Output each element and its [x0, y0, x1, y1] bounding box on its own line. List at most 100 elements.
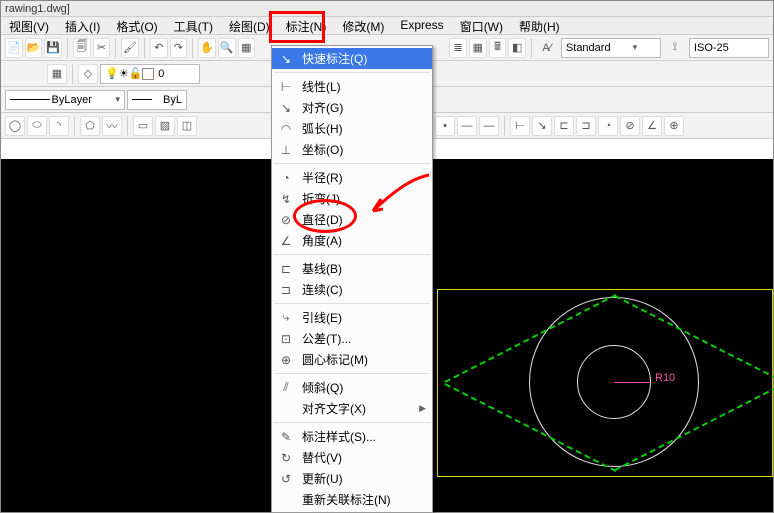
pan-icon[interactable]: ✋ — [198, 38, 216, 58]
menu-item-label: 重新关联标注(N) — [302, 491, 426, 508]
layers-icon[interactable]: ≣ — [449, 38, 467, 58]
zoom-icon[interactable]: 🔍 — [218, 38, 236, 58]
menu-format[interactable]: 格式(O) — [108, 17, 165, 34]
dim2-icon[interactable]: ↘ — [532, 116, 552, 136]
spline-icon[interactable]: 〰 — [102, 116, 122, 136]
undo-icon[interactable]: ↶ — [150, 38, 168, 58]
menu-item-oblique[interactable]: ⫽倾斜(Q) — [272, 377, 432, 398]
title-bar: rawing1.dwg] — [1, 1, 773, 17]
radius-dimension-line — [614, 382, 651, 383]
circle-draw-icon[interactable]: ◯ — [5, 116, 25, 136]
menu-item-dimstyle[interactable]: ✎标注样式(S)... — [272, 426, 432, 447]
sun-icon: ☀ — [119, 67, 129, 80]
menu-item-align-text[interactable]: 对齐文字(X)▶ — [272, 398, 432, 419]
menu-item-baseline[interactable]: ⊏基线(B) — [272, 258, 432, 279]
menu-insert[interactable]: 插入(I) — [57, 17, 108, 34]
linetype-dropdown-2[interactable]: ByL — [127, 90, 187, 110]
menu-separator — [274, 303, 430, 304]
calc-icon[interactable]: 🖩 — [489, 38, 507, 58]
diameter-icon: ⊘ — [278, 212, 294, 228]
dim-style-dropdown[interactable]: ISO-25 — [689, 38, 769, 58]
separator — [144, 38, 145, 58]
arc-draw-icon[interactable]: ◝ — [49, 116, 69, 136]
menu-item-leader[interactable]: ⤷引线(E) — [272, 307, 432, 328]
override-icon: ↻ — [278, 450, 294, 466]
linear-icon: ⊢ — [278, 79, 294, 95]
menu-item-tolerance[interactable]: ⊡公差(T)... — [272, 328, 432, 349]
menu-dimension[interactable]: 标注(N) — [278, 17, 335, 34]
menu-help[interactable]: 帮助(H) — [511, 17, 568, 34]
update-icon: ↺ — [278, 471, 294, 487]
linetype-value-2: ByL — [163, 94, 182, 106]
ordinate-icon: ⊥ — [278, 142, 294, 158]
menu-separator — [274, 422, 430, 423]
menu-item-label: 弧长(H) — [302, 120, 426, 137]
menu-item-diameter[interactable]: ⊘直径(D) — [272, 209, 432, 230]
menu-draw[interactable]: 绘图(D) — [221, 17, 278, 34]
menu-item-aligned[interactable]: ↘对齐(G) — [272, 97, 432, 118]
reassoc-icon — [278, 492, 294, 508]
dim-style-icon[interactable]: ⟟ — [665, 38, 685, 58]
paint-icon[interactable]: 🖌 — [121, 38, 139, 58]
cut-icon[interactable]: ✂ — [93, 38, 111, 58]
menu-item-label: 对齐文字(X) — [302, 400, 411, 417]
menu-item-jogged[interactable]: ↯折弯(J) — [272, 188, 432, 209]
menu-item-arc[interactable]: ◠弧长(H) — [272, 118, 432, 139]
redo-icon[interactable]: ↷ — [170, 38, 188, 58]
menu-item-label: 坐标(O) — [302, 141, 426, 158]
p2-icon[interactable]: — — [479, 116, 499, 136]
menu-item-linear[interactable]: ⊢线性(L) — [272, 76, 432, 97]
layer-iso-icon[interactable]: ◇ — [78, 64, 98, 84]
menu-item-override[interactable]: ↻替代(V) — [272, 447, 432, 468]
menu-tools[interactable]: 工具(T) — [166, 17, 221, 34]
dim4-icon[interactable]: ⊐ — [576, 116, 596, 136]
new-icon[interactable]: 📄 — [5, 38, 23, 58]
hatch-icon[interactable]: ▨ — [155, 116, 175, 136]
open-icon[interactable]: 📂 — [25, 38, 43, 58]
copy-icon[interactable]: 🗐 — [73, 38, 91, 58]
layer-name: 0 — [158, 68, 164, 80]
dot-icon[interactable]: • — [435, 116, 455, 136]
menu-item-ordinate[interactable]: ⊥ 坐标(O) — [272, 139, 432, 160]
angular-icon: ∠ — [278, 233, 294, 249]
menu-view[interactable]: 视图(V) — [1, 17, 57, 34]
linetype-dropdown-1[interactable]: ByLayer ▾ — [5, 90, 125, 110]
menu-item-continue[interactable]: ⊐连续(C) — [272, 279, 432, 300]
radius-dimension-label: R10 — [655, 372, 675, 384]
dim8-icon[interactable]: ⊕ — [664, 116, 684, 136]
baseline-icon: ⊏ — [278, 261, 294, 277]
seg-icon[interactable]: — — [457, 116, 477, 136]
menu-item-reassoc[interactable]: 重新关联标注(N) — [272, 489, 432, 510]
menu-item-update[interactable]: ↺更新(U) — [272, 468, 432, 489]
separator — [504, 116, 505, 136]
dim3-icon[interactable]: ⊏ — [554, 116, 574, 136]
grid-icon[interactable]: ▦ — [469, 38, 487, 58]
menu-separator — [274, 72, 430, 73]
menu-express[interactable]: Express — [392, 17, 451, 34]
menu-item-label: 引线(E) — [302, 309, 426, 326]
dim7-icon[interactable]: ∠ — [642, 116, 662, 136]
layer-props-icon[interactable]: ▦ — [47, 64, 67, 84]
dim5-icon[interactable]: ◔ — [598, 116, 618, 136]
dim6-icon[interactable]: ⊘ — [620, 116, 640, 136]
ellipse-icon[interactable]: ⬭ — [27, 116, 47, 136]
save-icon[interactable]: 💾 — [44, 38, 62, 58]
menu-item-quick[interactable]: ↘快速标注(Q) — [272, 48, 432, 69]
misc-icon[interactable]: ▦ — [238, 38, 256, 58]
menu-item-radius[interactable]: ◔半径(R) — [272, 167, 432, 188]
separator — [72, 64, 73, 84]
region-icon[interactable]: ◫ — [177, 116, 197, 136]
menu-window[interactable]: 窗口(W) — [452, 17, 511, 34]
separator — [531, 38, 532, 58]
dim1-icon[interactable]: ⊢ — [510, 116, 530, 136]
menu-item-center[interactable]: ⊕圆心标记(M) — [272, 349, 432, 370]
poly-icon[interactable]: ⬠ — [80, 116, 100, 136]
text-style-dropdown[interactable]: Standard ▾ — [561, 38, 661, 58]
menu-item-angular[interactable]: ∠角度(A) — [272, 230, 432, 251]
palette-icon[interactable]: ◧ — [508, 38, 526, 58]
rect-icon[interactable]: ▭ — [133, 116, 153, 136]
menu-bar: 视图(V) 插入(I) 格式(O) 工具(T) 绘图(D) 标注(N) 修改(M… — [1, 17, 773, 35]
text-style-icon[interactable]: A⁄ — [537, 38, 557, 58]
layer-dropdown[interactable]: 💡 ☀ 🔓 0 — [100, 64, 200, 84]
menu-modify[interactable]: 修改(M) — [334, 17, 392, 34]
